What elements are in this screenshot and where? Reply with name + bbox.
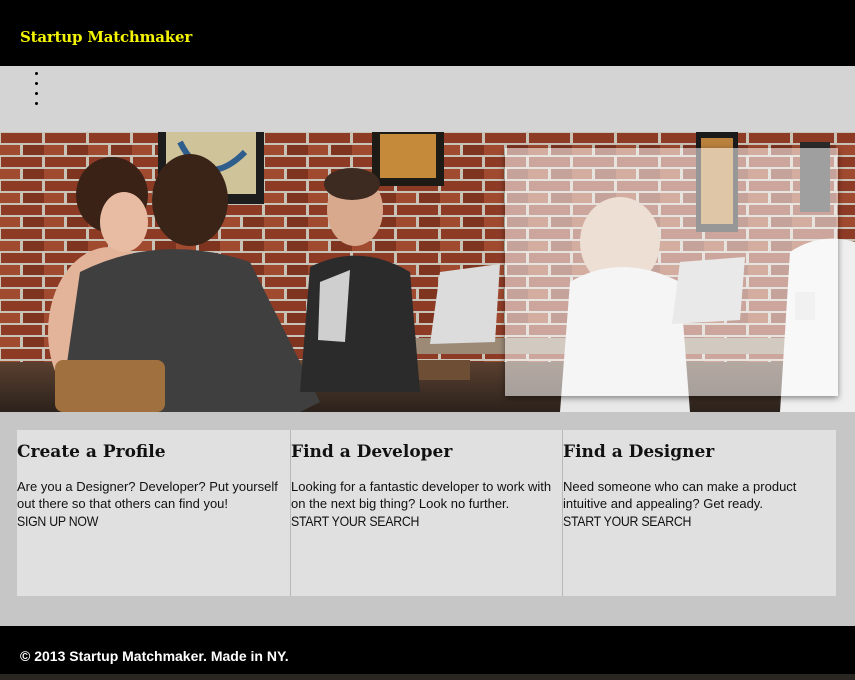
hero-banner — [0, 132, 855, 412]
feature-find-designer: Find a Designer Need someone who can mak… — [562, 430, 836, 596]
feature-title: Find a Developer — [291, 442, 453, 462]
feature-create-profile: Create a Profile Are you a Designer? Dev… — [17, 430, 290, 596]
feature-description: Looking for a fantastic developer to wor… — [291, 479, 552, 511]
feature-find-developer: Find a Developer Looking for a fantastic… — [290, 430, 562, 596]
top-navbar: Startup Matchmaker — [0, 0, 855, 66]
footer-copyright: © 2013 Startup Matchmaker. Made in NY. — [20, 648, 289, 664]
sign-up-link[interactable]: SIGN UP NOW — [17, 513, 98, 529]
feature-title: Find a Designer — [563, 442, 715, 462]
brand-link[interactable]: Startup Matchmaker — [20, 28, 192, 46]
vertical-dots-icon[interactable] — [30, 72, 42, 112]
footer-background-strip — [0, 674, 855, 680]
feature-description: Need someone who can make a product intu… — [563, 479, 797, 511]
features-section: Create a Profile Are you a Designer? Dev… — [17, 430, 836, 596]
designer-search-link[interactable]: START YOUR SEARCH — [563, 513, 691, 529]
feature-title: Create a Profile — [17, 442, 166, 462]
hero-overlay-panel — [505, 148, 838, 396]
footer: © 2013 Startup Matchmaker. Made in NY. — [0, 626, 855, 674]
feature-description: Are you a Designer? Developer? Put yours… — [17, 479, 278, 511]
menu-bar — [0, 66, 855, 132]
developer-search-link[interactable]: START YOUR SEARCH — [291, 513, 419, 529]
